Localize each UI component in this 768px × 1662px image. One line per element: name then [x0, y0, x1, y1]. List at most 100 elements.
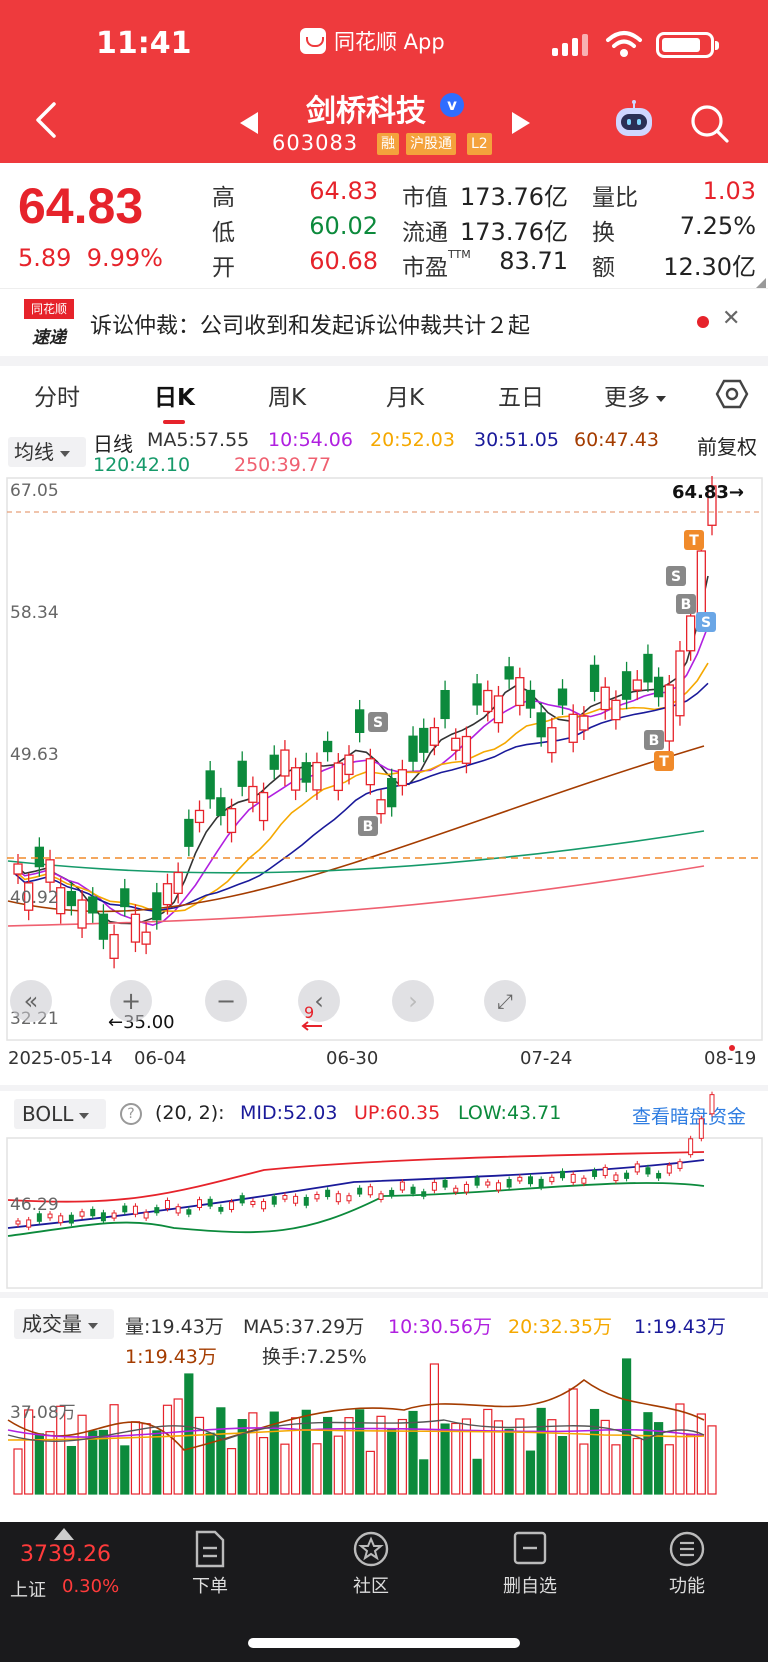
boll-candle-body — [570, 1173, 576, 1183]
tab-more[interactable]: 更多 — [604, 378, 666, 412]
indicator-select-volume[interactable]: 成交量 — [14, 1309, 114, 1339]
search-icon[interactable] — [690, 104, 730, 144]
amount-value: 12.30亿 — [663, 253, 756, 281]
ma-line — [13, 575, 709, 925]
boll-y-label: 46.29 — [10, 1195, 59, 1215]
battery-icon — [656, 32, 719, 58]
nav-order[interactable]: 下单 — [170, 1530, 250, 1598]
boll-candle-body — [250, 1200, 256, 1205]
volume-ma10: 10:30.56万 — [388, 1316, 492, 1338]
volume-chart[interactable]: 37.08万 — [4, 1340, 766, 1500]
volume-bar — [515, 1418, 525, 1495]
tab-intraday[interactable]: 分时 — [34, 378, 80, 412]
volume-bar — [525, 1450, 536, 1495]
candle-body — [355, 709, 365, 734]
community-icon — [353, 1531, 389, 1567]
fullscreen-icon[interactable]: ⤢ — [484, 980, 526, 1022]
candle-body — [194, 809, 205, 824]
nav-functions-label: 功能 — [669, 1576, 705, 1597]
tab-five-day[interactable]: 五日 — [498, 378, 544, 412]
ma120-value: 120:42.10 — [93, 454, 191, 476]
volume-bar — [675, 1403, 685, 1495]
nav-community[interactable]: 社区 — [331, 1530, 411, 1598]
tab-more-label: 更多 — [604, 385, 650, 411]
remove-watchlist-icon — [513, 1531, 547, 1565]
boll-select-label: BOLL — [22, 1102, 74, 1126]
volume-bar — [226, 1448, 237, 1495]
boll-candle-body — [100, 1212, 106, 1222]
ma5-value: MA5:57.55 — [147, 429, 250, 451]
help-icon[interactable]: ? — [120, 1103, 142, 1125]
zoom-in-icon[interactable]: + — [110, 980, 152, 1022]
status-time: 11:41 — [96, 26, 192, 61]
volume-bar — [387, 1428, 397, 1495]
adjust-mode-button[interactable]: 前复权 — [697, 431, 757, 460]
low-label: 低 — [212, 220, 235, 246]
next-stock-icon[interactable] — [512, 112, 530, 134]
kline-chart[interactable]: 67.05 58.34 49.63 40.92 32.21 64.83→ ←35… — [4, 476, 766, 1069]
boll-candle-body — [15, 1220, 21, 1225]
tab-monthly-k[interactable]: 月K — [386, 378, 424, 412]
candle-body — [248, 785, 258, 803]
indicator-select-boll[interactable]: BOLL — [14, 1099, 106, 1129]
candle-body — [34, 846, 45, 868]
chevron-down-icon — [656, 395, 666, 402]
tab-daily-k[interactable]: 日K — [154, 378, 195, 412]
candle-body — [333, 762, 343, 792]
candle-body — [280, 749, 290, 777]
expand-corner-icon[interactable] — [756, 278, 766, 288]
boll-candle-body — [698, 1118, 704, 1139]
boll-candle-body — [218, 1207, 224, 1212]
candle-body — [322, 740, 333, 753]
today-dot — [729, 1045, 735, 1051]
volume-ma5: MA5:37.29万 — [243, 1316, 365, 1338]
news-headline[interactable]: 诉讼仲裁：公司收到和发起诉讼仲裁共计２起 — [90, 308, 530, 340]
candle-body — [696, 550, 706, 622]
candle-body — [621, 671, 632, 700]
chevron-down-icon — [79, 1112, 90, 1119]
nav-remove-watchlist-label: 删自选 — [503, 1576, 557, 1597]
ma-period: 日线 — [93, 432, 133, 456]
nav-remove-watchlist[interactable]: 删自选 — [490, 1530, 570, 1598]
boll-mid: MID:52.03 — [240, 1102, 338, 1124]
index-name: 上证 — [10, 1580, 46, 1601]
index-value[interactable]: 3739.26 — [20, 1542, 111, 1567]
trade-marker: B — [358, 816, 378, 836]
volume-bar — [483, 1408, 493, 1495]
news-logo-bottom: 速递 — [32, 328, 66, 348]
boll-candle-body — [132, 1205, 138, 1215]
boll-candle-body — [197, 1199, 203, 1208]
trade-marker: B — [644, 730, 664, 750]
tab-weekly-k[interactable]: 周K — [268, 378, 306, 412]
dark-pool-link[interactable]: 查看暗盘资金 — [632, 1102, 746, 1129]
boll-candle-body — [453, 1187, 459, 1193]
back-icon[interactable] — [34, 100, 58, 140]
zoom-out-icon[interactable]: − — [205, 980, 247, 1022]
amount-label: 额 — [592, 255, 615, 281]
chart-settings-icon[interactable] — [715, 378, 749, 410]
candle-body — [387, 777, 397, 808]
candle-body — [483, 689, 493, 713]
boll-candle-body — [709, 1094, 715, 1115]
ma250-line — [7, 865, 705, 927]
boll-chart[interactable]: 46.29 — [4, 1091, 766, 1289]
volume-bar — [557, 1436, 568, 1495]
scroll-right-icon[interactable]: › — [392, 980, 434, 1022]
assistant-robot-icon[interactable] — [612, 100, 656, 140]
nav-functions[interactable]: 功能 — [647, 1530, 727, 1598]
prev-stock-icon[interactable] — [240, 112, 258, 134]
menu-icon — [669, 1531, 705, 1567]
candle-body — [269, 754, 279, 770]
news-unread-dot — [697, 316, 709, 328]
last-price: 64.83 — [18, 178, 144, 234]
boll-candle-body — [68, 1214, 74, 1224]
boll-candle-body — [581, 1177, 587, 1184]
x-label-1: 06-04 — [134, 1048, 186, 1069]
boll-candle-body — [634, 1163, 640, 1173]
candle-body — [141, 931, 151, 945]
indicator-select-ma[interactable]: 均线 — [8, 437, 86, 467]
boll-candle-body — [656, 1172, 662, 1179]
boll-candle-body — [186, 1209, 192, 1215]
news-close-icon[interactable]: ✕ — [722, 306, 740, 331]
rewind-icon[interactable]: « — [10, 980, 52, 1022]
